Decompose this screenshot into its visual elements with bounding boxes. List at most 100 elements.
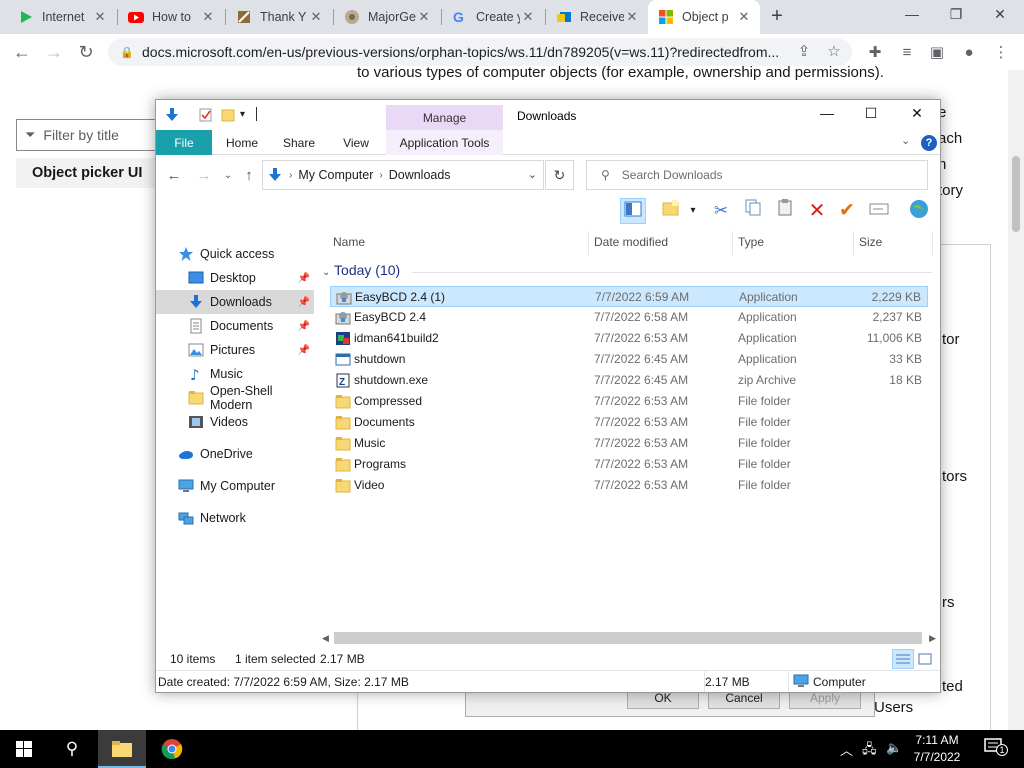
close-icon[interactable]: ✕ (902, 105, 932, 125)
new-tab-button[interactable]: + (766, 6, 788, 28)
globe-icon[interactable] (906, 198, 932, 224)
nav-item-open-shell-modern[interactable]: Open-Shell Modern (156, 384, 314, 412)
share-icon[interactable]: ⇪ (792, 38, 816, 66)
search-icon[interactable]: ⚲ (48, 730, 96, 768)
new-folder-icon[interactable] (220, 107, 236, 123)
help-icon[interactable]: ? (921, 135, 937, 151)
recent-locations-icon[interactable]: ⌄ (218, 170, 238, 181)
scroll-left-icon[interactable]: ◀ (322, 630, 329, 646)
file-row[interactable]: Zshutdown.exe 7/7/2022 6:45 AM zip Archive… (330, 370, 928, 391)
close-icon[interactable]: ✕ (624, 9, 640, 25)
notification-center-icon[interactable]: 1 (984, 738, 1008, 759)
menu-kebab-icon[interactable]: ⋮ (990, 42, 1012, 64)
address-dropdown-icon[interactable]: ⌄ (528, 168, 537, 181)
toc-item-object-picker[interactable]: Object picker UI (16, 158, 156, 188)
show-hidden-icons-icon[interactable]: ︿ (840, 740, 853, 759)
close-icon[interactable]: ✕ (520, 9, 536, 25)
close-icon[interactable]: ✕ (308, 9, 324, 25)
address-bar[interactable]: 🔒 docs.microsoft.com/en-us/previous-vers… (108, 38, 852, 66)
tab-share[interactable]: Share (274, 130, 324, 155)
horizontal-scrollbar[interactable]: ◀ ▶ (318, 630, 940, 646)
url-text[interactable]: docs.microsoft.com/en-us/previous-versio… (142, 44, 782, 60)
column-header-name[interactable]: Name (328, 231, 583, 253)
close-icon[interactable]: ✕ (200, 9, 216, 25)
nav-item-videos[interactable]: Videos (156, 410, 314, 434)
address-bar[interactable]: › My Computer › Downloads ⌄ (262, 160, 544, 190)
tab-view[interactable]: View (330, 130, 382, 155)
delete-icon[interactable]: ✕ (804, 198, 830, 224)
side-panel-icon[interactable]: ▣ (926, 42, 948, 64)
refresh-icon[interactable]: ↻ (545, 160, 574, 190)
nav-item-quick-access[interactable]: Quick access (156, 242, 314, 266)
scroll-right-icon[interactable]: ▶ (929, 630, 936, 646)
network-icon[interactable]: 🖧 (862, 740, 877, 762)
nav-item-documents[interactable]: Documents 📌 (156, 314, 314, 338)
cut-icon[interactable]: ✂ (708, 198, 734, 224)
search-input[interactable]: ⚲ Search Downloads (586, 160, 928, 190)
close-icon[interactable]: ✕ (736, 9, 752, 25)
manage-tab[interactable]: Manage (386, 105, 503, 130)
file-row[interactable]: EasyBCD 2.4 (1) 7/7/2022 6:59 AM Applicati… (330, 286, 928, 307)
details-view-button[interactable] (892, 649, 914, 669)
nav-item-onedrive[interactable]: OneDrive (156, 442, 314, 466)
page-scrollbar[interactable] (1008, 70, 1024, 730)
nav-item-music[interactable]: ♪ Music (156, 362, 314, 386)
properties-check-icon[interactable]: ✔ (834, 198, 860, 224)
browser-tab-majorgeeks[interactable]: MajorGe ✕ (334, 0, 440, 34)
back-icon[interactable]: ← (10, 40, 34, 64)
profile-avatar-icon[interactable]: ● (958, 42, 980, 64)
file-row[interactable]: Programs 7/7/2022 6:53 AM File folder (330, 454, 928, 475)
tab-file[interactable]: File (156, 130, 212, 155)
group-header-today[interactable]: ⌄ Today (10) (322, 262, 400, 278)
file-row[interactable]: EasyBCD 2.4 7/7/2022 6:58 AM Application 2,… (330, 307, 928, 328)
browser-tab-object-picker[interactable]: Object p ✕ (648, 0, 760, 34)
browser-tab-create[interactable]: G Create y ✕ (442, 0, 544, 34)
column-header-type[interactable]: Type (733, 231, 849, 253)
browser-tab-how-to[interactable]: How to ✕ (118, 0, 224, 34)
system-clock[interactable]: 7:11 AM 7/7/2022 (902, 732, 972, 766)
new-folder-dropdown-icon[interactable]: ▾ (680, 198, 706, 224)
breadcrumb-downloads[interactable]: Downloads (389, 168, 451, 182)
preview-pane-icon[interactable] (620, 198, 646, 224)
file-row[interactable]: idman641build2 7/7/2022 6:53 AM Applicatio… (330, 328, 928, 349)
paste-icon[interactable] (772, 198, 798, 224)
properties-icon[interactable] (198, 107, 214, 123)
browser-tab-thank-you[interactable]: Thank Y ✕ (226, 0, 332, 34)
nav-item-my-computer[interactable]: My Computer (156, 474, 314, 498)
volume-icon[interactable]: 🔈 (886, 740, 902, 756)
maximize-icon[interactable]: ☐ (856, 105, 886, 125)
nav-item-pictures[interactable]: Pictures 📌 (156, 338, 314, 362)
reload-icon[interactable]: ↻ (74, 40, 98, 64)
file-row[interactable]: Video 7/7/2022 6:53 AM File folder (330, 475, 928, 496)
extensions-icon[interactable]: ✚ (864, 42, 886, 64)
browser-tab-internet[interactable]: Internet ✕ (8, 0, 116, 34)
close-icon[interactable]: ✕ (92, 9, 108, 25)
file-row[interactable]: Documents 7/7/2022 6:53 AM File folder (330, 412, 928, 433)
file-row[interactable]: shutdown 7/7/2022 6:45 AM Application 33 KB (330, 349, 928, 370)
scrollbar-thumb[interactable] (334, 632, 922, 644)
back-icon[interactable]: ← (164, 167, 184, 184)
restore-icon[interactable]: ❐ (946, 6, 966, 23)
minimize-icon[interactable]: — (812, 105, 842, 125)
tab-home[interactable]: Home (216, 130, 268, 155)
media-control-icon[interactable]: ≡ (896, 42, 918, 64)
rename-icon[interactable] (866, 198, 892, 224)
large-icons-view-button[interactable] (914, 649, 936, 669)
collapse-group-icon[interactable]: ⌄ (322, 267, 330, 278)
nav-item-downloads[interactable]: Downloads 📌 (156, 290, 314, 314)
tab-application-tools[interactable]: Application Tools (386, 130, 503, 155)
forward-icon[interactable]: → (194, 167, 214, 184)
start-button[interactable] (0, 730, 48, 768)
file-row[interactable]: Music 7/7/2022 6:53 AM File folder (330, 433, 928, 454)
copy-icon[interactable] (740, 198, 766, 224)
expand-ribbon-icon[interactable]: ⌄ (901, 134, 910, 147)
forward-icon[interactable]: → (42, 40, 66, 64)
minimize-icon[interactable]: — (902, 6, 922, 22)
column-separator[interactable] (932, 231, 933, 255)
qat-dropdown-icon[interactable]: ▾ (240, 107, 256, 123)
breadcrumb-my-computer[interactable]: My Computer (298, 168, 373, 182)
nav-item-network[interactable]: Network (156, 506, 314, 530)
nav-item-desktop[interactable]: Desktop 📌 (156, 266, 314, 290)
up-icon[interactable]: ↑ (239, 167, 259, 184)
taskbar-chrome[interactable] (148, 730, 196, 768)
